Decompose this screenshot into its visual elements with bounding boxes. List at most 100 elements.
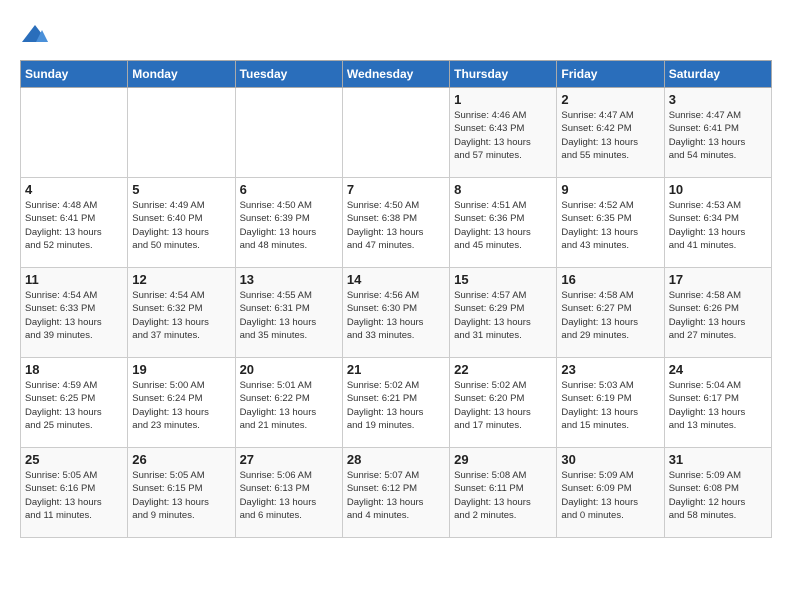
day-number: 9	[561, 182, 659, 197]
day-number: 20	[240, 362, 338, 377]
cell-info: Sunrise: 4:50 AM Sunset: 6:38 PM Dayligh…	[347, 199, 445, 252]
cell-info: Sunrise: 5:05 AM Sunset: 6:15 PM Dayligh…	[132, 469, 230, 522]
cell-info: Sunrise: 4:48 AM Sunset: 6:41 PM Dayligh…	[25, 199, 123, 252]
day-number: 27	[240, 452, 338, 467]
calendar-cell: 24 Sunrise: 5:04 AM Sunset: 6:17 PM Dayli…	[664, 358, 771, 448]
calendar-cell: 31 Sunrise: 5:09 AM Sunset: 6:08 PM Dayli…	[664, 448, 771, 538]
calendar-cell: 22 Sunrise: 5:02 AM Sunset: 6:20 PM Dayli…	[450, 358, 557, 448]
day-number: 11	[25, 272, 123, 287]
day-number: 4	[25, 182, 123, 197]
calendar-cell	[21, 88, 128, 178]
day-number: 14	[347, 272, 445, 287]
calendar-cell: 6 Sunrise: 4:50 AM Sunset: 6:39 PM Daylig…	[235, 178, 342, 268]
day-number: 12	[132, 272, 230, 287]
calendar-cell: 1 Sunrise: 4:46 AM Sunset: 6:43 PM Daylig…	[450, 88, 557, 178]
day-number: 29	[454, 452, 552, 467]
calendar-cell: 12 Sunrise: 4:54 AM Sunset: 6:32 PM Dayli…	[128, 268, 235, 358]
cell-info: Sunrise: 5:05 AM Sunset: 6:16 PM Dayligh…	[25, 469, 123, 522]
cell-info: Sunrise: 4:54 AM Sunset: 6:33 PM Dayligh…	[25, 289, 123, 342]
cell-info: Sunrise: 4:53 AM Sunset: 6:34 PM Dayligh…	[669, 199, 767, 252]
calendar-cell: 11 Sunrise: 4:54 AM Sunset: 6:33 PM Dayli…	[21, 268, 128, 358]
day-number: 22	[454, 362, 552, 377]
calendar-cell: 2 Sunrise: 4:47 AM Sunset: 6:42 PM Daylig…	[557, 88, 664, 178]
cell-info: Sunrise: 5:02 AM Sunset: 6:20 PM Dayligh…	[454, 379, 552, 432]
calendar-cell: 26 Sunrise: 5:05 AM Sunset: 6:15 PM Dayli…	[128, 448, 235, 538]
day-number: 18	[25, 362, 123, 377]
day-number: 24	[669, 362, 767, 377]
cell-info: Sunrise: 4:58 AM Sunset: 6:27 PM Dayligh…	[561, 289, 659, 342]
day-number: 13	[240, 272, 338, 287]
day-of-week-header: Friday	[557, 61, 664, 88]
cell-info: Sunrise: 5:08 AM Sunset: 6:11 PM Dayligh…	[454, 469, 552, 522]
day-number: 23	[561, 362, 659, 377]
day-number: 1	[454, 92, 552, 107]
calendar-table: SundayMondayTuesdayWednesdayThursdayFrid…	[20, 60, 772, 538]
day-number: 21	[347, 362, 445, 377]
cell-info: Sunrise: 4:47 AM Sunset: 6:41 PM Dayligh…	[669, 109, 767, 162]
calendar-cell: 8 Sunrise: 4:51 AM Sunset: 6:36 PM Daylig…	[450, 178, 557, 268]
calendar-cell: 28 Sunrise: 5:07 AM Sunset: 6:12 PM Dayli…	[342, 448, 449, 538]
calendar-cell: 20 Sunrise: 5:01 AM Sunset: 6:22 PM Dayli…	[235, 358, 342, 448]
calendar-cell: 4 Sunrise: 4:48 AM Sunset: 6:41 PM Daylig…	[21, 178, 128, 268]
cell-info: Sunrise: 5:03 AM Sunset: 6:19 PM Dayligh…	[561, 379, 659, 432]
logo	[20, 20, 52, 50]
cell-info: Sunrise: 5:09 AM Sunset: 6:08 PM Dayligh…	[669, 469, 767, 522]
calendar-cell: 16 Sunrise: 4:58 AM Sunset: 6:27 PM Dayli…	[557, 268, 664, 358]
day-number: 8	[454, 182, 552, 197]
day-number: 10	[669, 182, 767, 197]
cell-info: Sunrise: 4:57 AM Sunset: 6:29 PM Dayligh…	[454, 289, 552, 342]
day-of-week-header: Sunday	[21, 61, 128, 88]
day-number: 30	[561, 452, 659, 467]
cell-info: Sunrise: 4:51 AM Sunset: 6:36 PM Dayligh…	[454, 199, 552, 252]
day-of-week-header: Thursday	[450, 61, 557, 88]
calendar-cell: 23 Sunrise: 5:03 AM Sunset: 6:19 PM Dayli…	[557, 358, 664, 448]
calendar-cell: 27Sunrise: 5:06 AM Sunset: 6:13 PM Dayli…	[235, 448, 342, 538]
day-number: 26	[132, 452, 230, 467]
calendar-cell: 29 Sunrise: 5:08 AM Sunset: 6:11 PM Dayli…	[450, 448, 557, 538]
calendar-cell: 5Sunrise: 4:49 AM Sunset: 6:40 PM Daylig…	[128, 178, 235, 268]
day-of-week-header: Wednesday	[342, 61, 449, 88]
day-number: 2	[561, 92, 659, 107]
calendar-cell: 13 Sunrise: 4:55 AM Sunset: 6:31 PM Dayli…	[235, 268, 342, 358]
calendar-cell: 21 Sunrise: 5:02 AM Sunset: 6:21 PM Dayli…	[342, 358, 449, 448]
calendar-cell: 25 Sunrise: 5:05 AM Sunset: 6:16 PM Dayli…	[21, 448, 128, 538]
calendar-cell: 3 Sunrise: 4:47 AM Sunset: 6:41 PM Daylig…	[664, 88, 771, 178]
logo-icon	[20, 20, 50, 50]
cell-info: Sunrise: 5:00 AM Sunset: 6:24 PM Dayligh…	[132, 379, 230, 432]
day-number: 19	[132, 362, 230, 377]
day-number: 3	[669, 92, 767, 107]
cell-info: Sunrise: 4:59 AM Sunset: 6:25 PM Dayligh…	[25, 379, 123, 432]
cell-info: Sunrise: 4:54 AM Sunset: 6:32 PM Dayligh…	[132, 289, 230, 342]
cell-info: Sunrise: 5:02 AM Sunset: 6:21 PM Dayligh…	[347, 379, 445, 432]
calendar-cell: 9 Sunrise: 4:52 AM Sunset: 6:35 PM Daylig…	[557, 178, 664, 268]
calendar-cell	[342, 88, 449, 178]
calendar-cell: 7Sunrise: 4:50 AM Sunset: 6:38 PM Daylig…	[342, 178, 449, 268]
calendar-cell: 18 Sunrise: 4:59 AM Sunset: 6:25 PM Dayli…	[21, 358, 128, 448]
cell-info: Sunrise: 4:47 AM Sunset: 6:42 PM Dayligh…	[561, 109, 659, 162]
cell-info: Sunrise: 4:55 AM Sunset: 6:31 PM Dayligh…	[240, 289, 338, 342]
day-of-week-header: Monday	[128, 61, 235, 88]
day-number: 17	[669, 272, 767, 287]
calendar-cell: 15Sunrise: 4:57 AM Sunset: 6:29 PM Dayli…	[450, 268, 557, 358]
cell-info: Sunrise: 5:09 AM Sunset: 6:09 PM Dayligh…	[561, 469, 659, 522]
calendar-cell: 30 Sunrise: 5:09 AM Sunset: 6:09 PM Dayli…	[557, 448, 664, 538]
day-number: 16	[561, 272, 659, 287]
cell-info: Sunrise: 4:58 AM Sunset: 6:26 PM Dayligh…	[669, 289, 767, 342]
day-number: 28	[347, 452, 445, 467]
cell-info: Sunrise: 4:52 AM Sunset: 6:35 PM Dayligh…	[561, 199, 659, 252]
cell-info: Sunrise: 4:56 AM Sunset: 6:30 PM Dayligh…	[347, 289, 445, 342]
day-number: 6	[240, 182, 338, 197]
cell-info: Sunrise: 5:07 AM Sunset: 6:12 PM Dayligh…	[347, 469, 445, 522]
cell-info: Sunrise: 5:01 AM Sunset: 6:22 PM Dayligh…	[240, 379, 338, 432]
calendar-cell	[235, 88, 342, 178]
calendar-cell: 10 Sunrise: 4:53 AM Sunset: 6:34 PM Dayli…	[664, 178, 771, 268]
day-of-week-header: Tuesday	[235, 61, 342, 88]
day-number: 31	[669, 452, 767, 467]
cell-info: Sunrise: 5:04 AM Sunset: 6:17 PM Dayligh…	[669, 379, 767, 432]
day-number: 5	[132, 182, 230, 197]
cell-info: Sunrise: 4:50 AM Sunset: 6:39 PM Dayligh…	[240, 199, 338, 252]
calendar-cell: 19 Sunrise: 5:00 AM Sunset: 6:24 PM Dayli…	[128, 358, 235, 448]
day-number: 25	[25, 452, 123, 467]
cell-info: Sunrise: 4:46 AM Sunset: 6:43 PM Dayligh…	[454, 109, 552, 162]
calendar-cell	[128, 88, 235, 178]
